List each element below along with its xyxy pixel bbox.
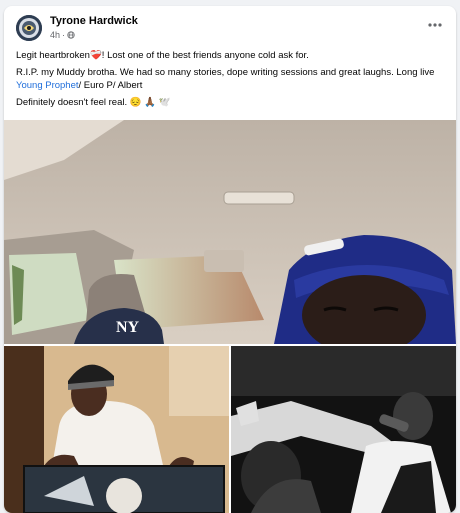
mending-heart-emoji: ❤️‍🩹	[89, 50, 102, 61]
artwork-photo-image	[4, 346, 229, 513]
globe-icon	[67, 31, 75, 39]
photo-performing[interactable]	[231, 346, 456, 513]
post-card: Tyrone Hardwick 4h · Legit heartbroken❤️…	[4, 6, 456, 513]
more-options-icon	[428, 23, 442, 27]
post-line-2-rest: / Euro P/ Albert	[78, 80, 143, 91]
post-line-3-emojis: 😔 🙏🏾 🕊️	[129, 97, 171, 108]
post-line-3-text: Definitely doesn't feel real.	[16, 97, 128, 108]
post-line-2-text: R.I.P. my Muddy brotha. We had so many s…	[16, 67, 435, 78]
post-time[interactable]: 4h	[50, 30, 60, 40]
photo-car-selfie[interactable]: NY	[4, 120, 456, 344]
post-line-1-rest: ! Lost one of the best friends anyone co…	[101, 50, 309, 61]
more-options-button[interactable]	[424, 18, 446, 32]
car-selfie-image: NY	[4, 120, 456, 344]
post-line-2: R.I.P. my Muddy brotha. We had so many s…	[16, 66, 446, 92]
post-header: Tyrone Hardwick 4h ·	[4, 6, 456, 46]
profile-link-young-prophet[interactable]: Young Prophet	[16, 80, 79, 91]
post-line-1: Legit heartbroken❤️‍🩹! Lost one of the b…	[16, 49, 446, 62]
photo-artwork[interactable]	[4, 346, 229, 513]
avatar[interactable]	[16, 15, 42, 41]
post-line-1-text: Legit heartbroken	[16, 50, 90, 61]
post-line-3: Definitely doesn't feel real. 😔 🙏🏾 🕊️	[16, 96, 446, 109]
ny-logo-text: NY	[116, 319, 140, 336]
post-meta: 4h ·	[50, 30, 75, 40]
post-text: Legit heartbroken❤️‍🩹! Lost one of the b…	[16, 49, 446, 113]
author-name[interactable]: Tyrone Hardwick	[50, 15, 138, 27]
performing-photo-image	[231, 346, 456, 513]
avatar-image	[16, 15, 42, 41]
